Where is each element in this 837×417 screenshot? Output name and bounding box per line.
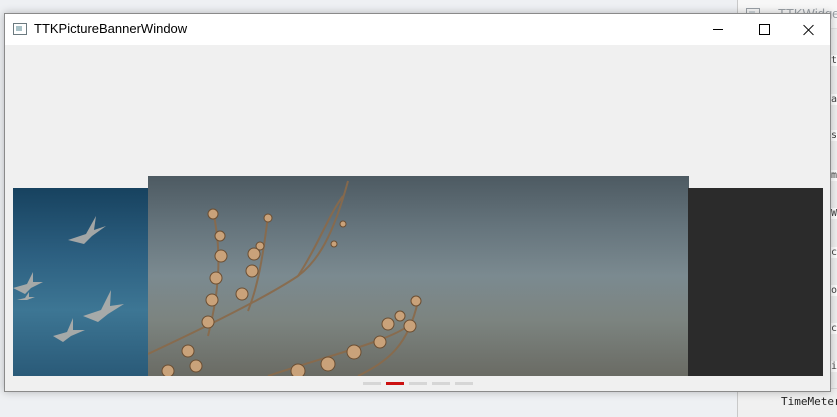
minimize-button[interactable] <box>695 14 741 45</box>
background-glyph: a <box>829 94 837 105</box>
close-icon <box>803 24 815 36</box>
dried-branch-image <box>148 180 422 376</box>
background-glyph: c <box>829 247 837 258</box>
pager-dot[interactable] <box>409 382 427 385</box>
background-glyph: c <box>829 323 837 334</box>
banner-slide-left[interactable] <box>13 188 149 376</box>
title-bar[interactable]: TTKPictureBannerWindow <box>5 14 830 45</box>
pager-dot[interactable] <box>363 382 381 385</box>
background-bottom-row: TimeMeterW <box>738 388 837 417</box>
banner-slide-right[interactable] <box>688 188 823 376</box>
maximize-icon <box>758 24 770 35</box>
background-glyph: t <box>829 55 837 66</box>
background-bottom-label: TimeMeterW <box>781 395 837 408</box>
pager-dot[interactable] <box>455 382 473 385</box>
background-glyph: o <box>829 285 837 296</box>
picture-banner-window: TTKPictureBannerWindow <box>4 13 831 392</box>
background-glyph: m <box>829 170 837 181</box>
minimize-icon <box>713 29 723 30</box>
pager-dot[interactable] <box>432 382 450 385</box>
window-title: TTKPictureBannerWindow <box>34 21 188 36</box>
app-window-icon <box>13 23 27 35</box>
background-glyph: W <box>829 208 837 219</box>
picture-banner <box>5 45 830 391</box>
background-glyph: s <box>829 130 837 141</box>
close-button[interactable] <box>786 14 832 45</box>
maximize-button[interactable] <box>741 14 787 45</box>
banner-pager <box>363 382 473 386</box>
background-glyph: i <box>829 361 837 372</box>
pager-dot-active[interactable] <box>386 382 404 385</box>
banner-slide-center[interactable] <box>148 176 689 376</box>
birds-image <box>13 216 124 342</box>
